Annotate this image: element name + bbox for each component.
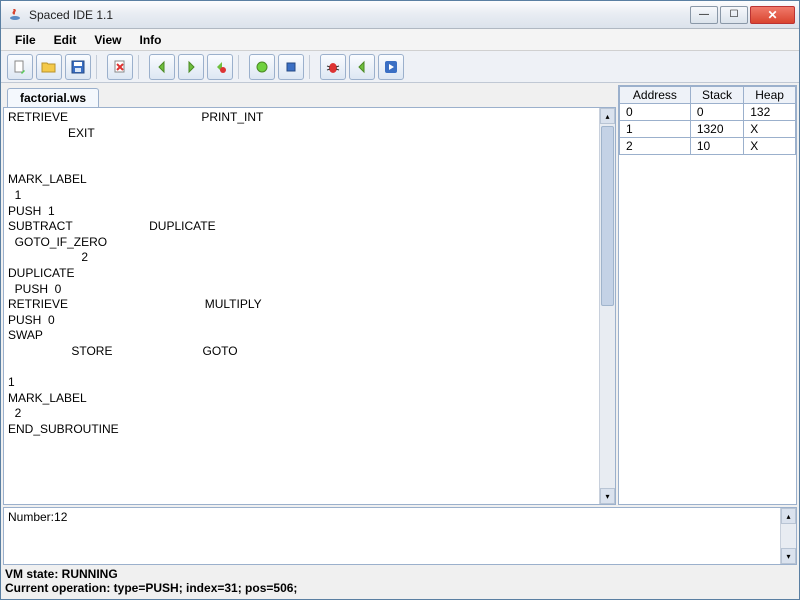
close-file-button[interactable] [107,54,133,80]
col-heap[interactable]: Heap [744,87,796,104]
save-button[interactable] [65,54,91,80]
console-line: Number:12 [8,510,776,524]
memory-empty-area [619,155,796,504]
menu-view[interactable]: View [86,31,129,49]
memory-panel: Address Stack Heap 0 0 132 1 1320 X [618,85,797,505]
window-title: Spaced IDE 1.1 [29,8,690,22]
console-scrollbar[interactable]: ▴ ▾ [780,508,796,564]
status-bar: VM state: RUNNING Current operation: typ… [1,567,799,599]
debug-step-button[interactable] [207,54,233,80]
scroll-up-icon[interactable]: ▴ [600,108,615,124]
console-output[interactable]: Number:12 [4,508,780,564]
scroll-up-icon[interactable]: ▴ [781,508,796,524]
current-operation: Current operation: type=PUSH; index=31; … [5,581,795,595]
scroll-down-icon[interactable]: ▾ [781,548,796,564]
app-window: Spaced IDE 1.1 — ☐ ✕ File Edit View Info [0,0,800,600]
step-back-button[interactable] [349,54,375,80]
main-area: factorial.ws RETRIEVE PRINT_INT EXIT MAR… [1,83,799,507]
toolbar-separator [309,55,315,79]
step-forward-button[interactable] [378,54,404,80]
console-panel: Number:12 ▴ ▾ [3,507,797,565]
col-stack[interactable]: Stack [690,87,743,104]
titlebar: Spaced IDE 1.1 — ☐ ✕ [1,1,799,29]
window-controls: — ☐ ✕ [690,6,795,24]
vm-state: VM state: RUNNING [5,567,795,581]
menu-edit[interactable]: Edit [46,31,85,49]
new-file-button[interactable] [7,54,33,80]
toolbar-separator [138,55,144,79]
col-address[interactable]: Address [620,87,691,104]
table-row: 0 0 132 [620,104,796,121]
maximize-button[interactable]: ☐ [720,6,748,24]
toolbar-separator [238,55,244,79]
code-editor[interactable]: RETRIEVE PRINT_INT EXIT MARK_LABEL 1 PUS… [3,107,616,505]
toolbar-separator [96,55,102,79]
back-button[interactable] [149,54,175,80]
menu-file[interactable]: File [7,31,44,49]
tab-factorial[interactable]: factorial.ws [7,88,99,107]
table-row: 1 1320 X [620,121,796,138]
debug-button[interactable] [320,54,346,80]
stop-button[interactable] [278,54,304,80]
editor-content[interactable]: RETRIEVE PRINT_INT EXIT MARK_LABEL 1 PUS… [4,108,599,504]
table-row: 2 10 X [620,138,796,155]
memory-table: Address Stack Heap 0 0 132 1 1320 X [619,86,796,155]
menubar: File Edit View Info [1,29,799,51]
java-icon [7,7,23,23]
minimize-button[interactable]: — [690,6,718,24]
editor-scrollbar[interactable]: ▴ ▾ [599,108,615,504]
scroll-down-icon[interactable]: ▾ [600,488,615,504]
editor-panel: factorial.ws RETRIEVE PRINT_INT EXIT MAR… [3,85,616,505]
menu-info[interactable]: Info [131,31,169,49]
open-file-button[interactable] [36,54,62,80]
toolbar [1,51,799,83]
forward-button[interactable] [178,54,204,80]
run-button[interactable] [249,54,275,80]
close-button[interactable]: ✕ [750,6,795,24]
scroll-thumb[interactable] [601,126,614,306]
tab-strip: factorial.ws [3,85,616,107]
